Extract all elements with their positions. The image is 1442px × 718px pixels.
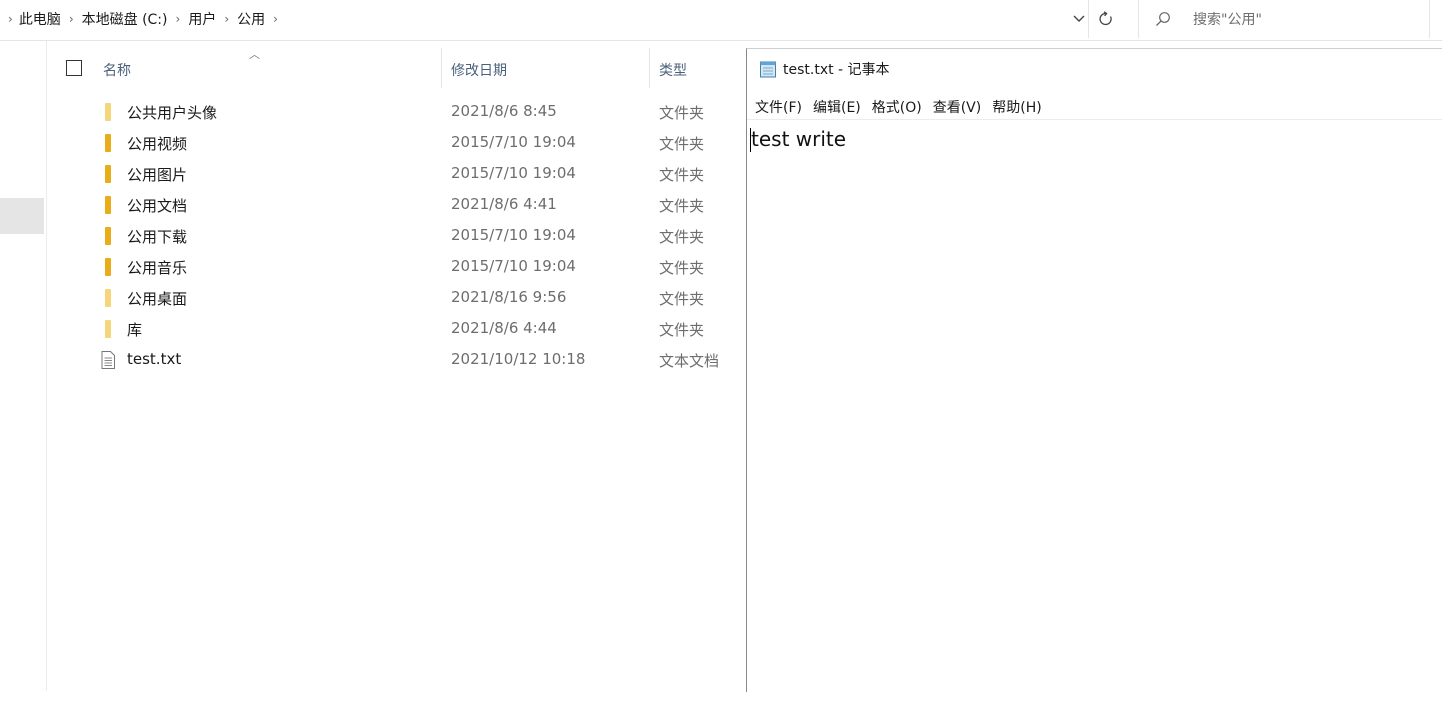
file-row[interactable]: 公用音乐 2015/7/10 19:04 文件夹: [46, 252, 746, 283]
notepad-text-area[interactable]: test write: [747, 121, 1442, 691]
file-type: 文件夹: [659, 321, 705, 339]
file-name: 公用桌面: [127, 290, 188, 308]
file-name: 公用下载: [127, 228, 188, 246]
file-date: 2021/8/6 8:45: [451, 102, 557, 120]
file-row[interactable]: 公用桌面 2021/8/16 9:56 文件夹: [46, 283, 746, 314]
folder-icon: [101, 196, 117, 214]
folder-icon: [101, 227, 117, 245]
file-type: 文件夹: [659, 259, 705, 277]
file-type: 文本文档: [659, 352, 720, 370]
file-row[interactable]: 公共用户头像 2021/8/6 8:45 文件夹: [46, 97, 746, 128]
file-date: 2015/7/10 19:04: [451, 226, 576, 244]
file-list: 名称 ︿ 修改日期 类型 公共用户头像 2021/8/6 8:45 文件夹 公用…: [46, 41, 746, 691]
file-row[interactable]: 公用下载 2015/7/10 19:04 文件夹: [46, 221, 746, 252]
notepad-content: test write: [751, 127, 847, 151]
select-all-checkbox[interactable]: [66, 60, 82, 76]
sort-ascending-icon: ︿: [249, 48, 260, 61]
file-date: 2021/8/16 9:56: [451, 288, 567, 306]
refresh-button[interactable]: [1088, 0, 1123, 38]
text-file-icon: [101, 351, 117, 369]
refresh-icon: [1099, 11, 1112, 26]
file-date: 2021/8/6 4:44: [451, 319, 557, 337]
chevron-down-icon: [1073, 15, 1085, 22]
folder-icon: [101, 289, 117, 307]
file-date: 2021/8/6 4:41: [451, 195, 557, 213]
breadcrumb: › 此电脑 › 本地磁盘 (C:) › 用户 › 公用 ›: [0, 0, 286, 38]
chevron-right-icon[interactable]: ›: [224, 12, 229, 26]
file-name: 公用视频: [127, 135, 188, 153]
file-name: 公用图片: [127, 166, 188, 184]
breadcrumb-item-users[interactable]: 用户: [188, 9, 216, 29]
column-header-name[interactable]: 名称: [103, 60, 131, 80]
chevron-right-icon[interactable]: ›: [8, 12, 13, 26]
file-date: 2021/10/12 10:18: [451, 350, 586, 368]
search-icon: [1156, 12, 1170, 26]
file-row[interactable]: 公用文档 2021/8/6 4:41 文件夹: [46, 190, 746, 221]
menu-edit[interactable]: 编辑(E): [813, 97, 861, 117]
folder-icon: [101, 320, 117, 338]
chevron-right-icon[interactable]: ›: [273, 12, 278, 26]
file-rows: 公共用户头像 2021/8/6 8:45 文件夹 公用视频 2015/7/10 …: [46, 97, 746, 376]
search-input[interactable]: 搜索"公用": [1138, 0, 1430, 38]
file-type: 文件夹: [659, 166, 705, 184]
notepad-icon: [760, 61, 776, 78]
chevron-right-icon[interactable]: ›: [69, 12, 74, 26]
file-type: 文件夹: [659, 197, 705, 215]
file-date: 2015/7/10 19:04: [451, 133, 576, 151]
folder-icon: [101, 165, 117, 183]
address-bar: › 此电脑 › 本地磁盘 (C:) › 用户 › 公用 › 搜索"公用": [0, 0, 1442, 41]
nav-item-selected[interactable]: [0, 198, 44, 234]
breadcrumb-item-local-disk[interactable]: 本地磁盘 (C:): [82, 9, 168, 29]
file-name: test.txt: [127, 350, 182, 368]
column-header-date[interactable]: 修改日期: [451, 60, 507, 80]
file-name: 公用音乐: [127, 259, 188, 277]
notepad-menu-bar: 文件(F) 编辑(E) 格式(O) 查看(V) 帮助(H): [747, 94, 1442, 120]
menu-view[interactable]: 查看(V): [933, 97, 982, 117]
file-date: 2015/7/10 19:04: [451, 164, 576, 182]
file-row[interactable]: 公用图片 2015/7/10 19:04 文件夹: [46, 159, 746, 190]
notepad-title: test.txt - 记事本: [783, 62, 890, 78]
file-type: 文件夹: [659, 135, 705, 153]
file-type: 文件夹: [659, 228, 705, 246]
file-name: 库: [127, 321, 143, 339]
file-type: 文件夹: [659, 104, 705, 122]
notepad-window: test.txt - 记事本 文件(F) 编辑(E) 格式(O) 查看(V) 帮…: [746, 48, 1442, 692]
file-row[interactable]: 库 2021/8/6 4:44 文件夹: [46, 314, 746, 345]
chevron-right-icon[interactable]: ›: [176, 12, 181, 26]
file-name: 公共用户头像: [127, 104, 218, 122]
file-row[interactable]: 公用视频 2015/7/10 19:04 文件夹: [46, 128, 746, 159]
column-divider[interactable]: [441, 48, 442, 88]
menu-format[interactable]: 格式(O): [872, 97, 922, 117]
column-header-type[interactable]: 类型: [659, 60, 687, 80]
breadcrumb-item-public[interactable]: 公用: [237, 9, 265, 29]
folder-icon: [101, 134, 117, 152]
menu-file[interactable]: 文件(F): [755, 97, 802, 117]
folder-icon: [101, 103, 117, 121]
file-type: 文件夹: [659, 290, 705, 308]
navigation-pane[interactable]: [0, 41, 47, 691]
notepad-title-bar[interactable]: test.txt - 记事本: [759, 49, 890, 89]
column-header: 名称 ︿ 修改日期 类型: [46, 41, 746, 93]
search-placeholder: 搜索"公用": [1193, 12, 1262, 28]
menu-help[interactable]: 帮助(H): [992, 97, 1041, 117]
column-divider[interactable]: [649, 48, 650, 88]
file-name: 公用文档: [127, 197, 188, 215]
file-row[interactable]: test.txt 2021/10/12 10:18 文本文档: [46, 345, 746, 376]
folder-icon: [101, 258, 117, 276]
breadcrumb-item-this-pc[interactable]: 此电脑: [19, 9, 61, 29]
file-date: 2015/7/10 19:04: [451, 257, 576, 275]
